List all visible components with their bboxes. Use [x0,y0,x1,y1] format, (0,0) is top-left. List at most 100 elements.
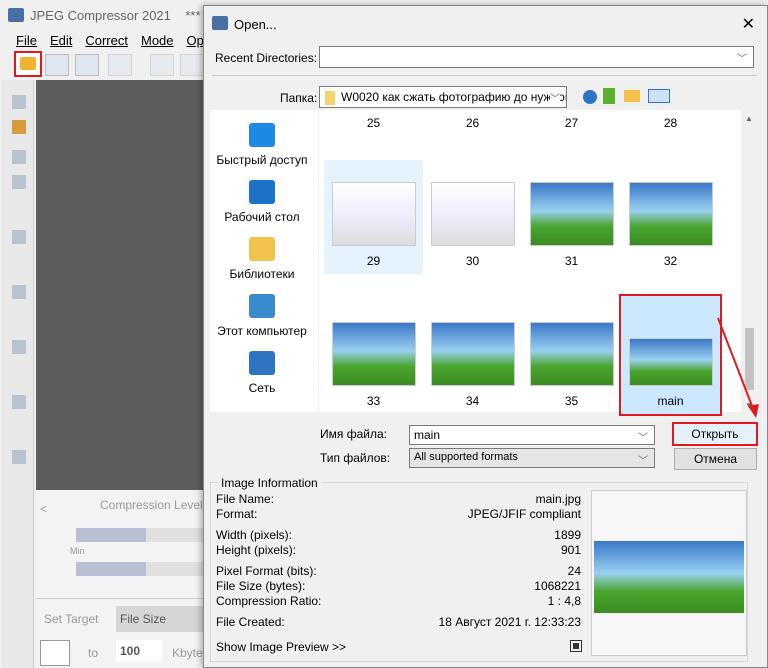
info-value: 901 [560,543,581,557]
info-row: Format: JPEG/JFIF compliant [216,507,581,521]
info-value: 1899 [554,528,581,542]
target-mode-select[interactable]: File Size [116,606,206,632]
nav-item[interactable]: Рабочий стол [212,180,312,224]
folder-icon [325,90,335,105]
print-button[interactable] [180,54,204,76]
folder-select[interactable]: W0020 как сжать фотографию до нужного ﹀ [319,86,567,108]
target-value-input[interactable]: 100 [116,640,162,662]
file-thumbnail [431,322,515,386]
nav-item[interactable]: Быстрый доступ [212,123,312,167]
file-item[interactable]: 25 [324,116,423,136]
dialog-icon [212,16,228,30]
show-preview-label: Show Image Preview >> [216,640,347,654]
info-value: 1 : 4,8 [547,594,581,608]
menu-file[interactable]: File [16,33,37,48]
image-workspace [36,80,206,490]
collapse-arrow[interactable]: < [40,502,47,516]
compression-slider-1[interactable] [76,528,206,542]
chevron-down-icon: ﹀ [550,90,560,105]
file-name: 34 [465,394,480,408]
file-item[interactable]: 28 [621,116,720,136]
nav-item[interactable]: Сеть [212,351,312,395]
file-name: 25 [366,116,381,130]
file-list: 25 26 27 28 29 30 31 32 33 34 35 main [319,110,741,416]
nav-item[interactable]: Этот компьютер [212,294,312,338]
file-item[interactable]: 35 [522,300,621,414]
process-button[interactable] [75,54,99,76]
info-label: Format: [216,507,258,521]
image-information-title: Image Information [218,476,321,490]
info-label: Compression Ratio: [216,594,322,608]
file-item[interactable]: 31 [522,160,621,274]
file-item[interactable]: 29 [324,160,423,274]
info-value: main.jpg [535,492,581,506]
file-name: 28 [663,116,678,130]
nav-item[interactable]: Библиотеки [212,237,312,281]
info-label: File Name: [216,492,275,506]
zoom-icon[interactable] [12,95,26,109]
tool-icon[interactable] [12,450,26,464]
file-name: 33 [366,394,381,408]
cancel-button[interactable]: Отмена [674,448,757,470]
key-icon[interactable] [12,120,26,134]
info-row: Height (pixels): 901 [216,543,581,557]
info-value: 24 [567,564,581,578]
chevron-down-icon: ﹀ [737,54,747,65]
batch-open-button[interactable] [45,54,69,76]
compression-slider-2[interactable] [76,562,206,576]
file-item[interactable]: 33 [324,300,423,414]
new-folder-icon[interactable] [624,90,640,102]
tool-icon[interactable] [12,230,26,244]
recent-directories-label: Recent Directories: [215,51,318,65]
preview-panel [591,490,747,656]
info-row: File Created: 18 Август 2021 г. 12:33:23 [216,615,581,629]
file-thumbnail [629,182,713,246]
back-icon[interactable] [583,90,597,104]
tool-icon[interactable] [12,395,26,409]
menu-edit[interactable]: Edit [50,33,72,48]
file-item[interactable]: 32 [621,160,720,274]
filetype-select[interactable]: All supported formats ﹀ [409,448,655,468]
open-folder-icon [20,57,36,70]
tool-icon[interactable] [12,285,26,299]
tool-icon[interactable] [12,150,26,164]
open-button[interactable]: Открыть [672,422,758,446]
to-label: to [88,646,99,660]
menu-correct[interactable]: Correct [85,33,128,48]
up-folder-icon[interactable] [603,88,615,104]
file-item[interactable]: 34 [423,300,522,414]
dialog-title: Open... [234,17,277,32]
file-item[interactable]: 26 [423,116,522,136]
show-preview-checkbox[interactable] [570,640,582,652]
tool-icon[interactable] [12,175,26,189]
file-name: 30 [465,254,480,268]
min-label: Min [70,546,85,556]
file-name: 35 [564,394,579,408]
apply-target-button[interactable] [40,640,70,666]
vertical-toolbar [2,80,34,668]
file-name: 27 [564,116,579,130]
view-menu-icon[interactable] [648,89,670,103]
file-thumbnail [530,322,614,386]
export-button[interactable] [150,54,174,76]
chevron-down-icon: ﹀ [638,433,648,444]
save-button[interactable] [108,54,132,76]
tool-icon[interactable] [12,340,26,354]
annotation-arrow [717,317,759,418]
file-thumbnail [332,322,416,386]
filename-label: Имя файла: [320,427,387,441]
chevron-down-icon: ﹀ [638,456,648,467]
menu-mode[interactable]: Mode [141,33,174,48]
recent-directories-select[interactable]: ﹀ [319,46,754,68]
open-file-button[interactable] [14,51,42,77]
file-name: 26 [465,116,480,130]
file-item[interactable]: 27 [522,116,621,136]
menu-bar: File Edit Correct Mode Options [8,33,231,48]
close-button[interactable]: ✕ [742,14,755,34]
info-label: File Created: [216,615,285,629]
file-item[interactable]: 30 [423,160,522,274]
computer-icon [249,294,275,318]
filename-input[interactable]: main ﹀ [409,425,655,445]
info-row: Compression Ratio: 1 : 4,8 [216,594,581,608]
info-value: 18 Август 2021 г. 12:33:23 [438,615,581,629]
